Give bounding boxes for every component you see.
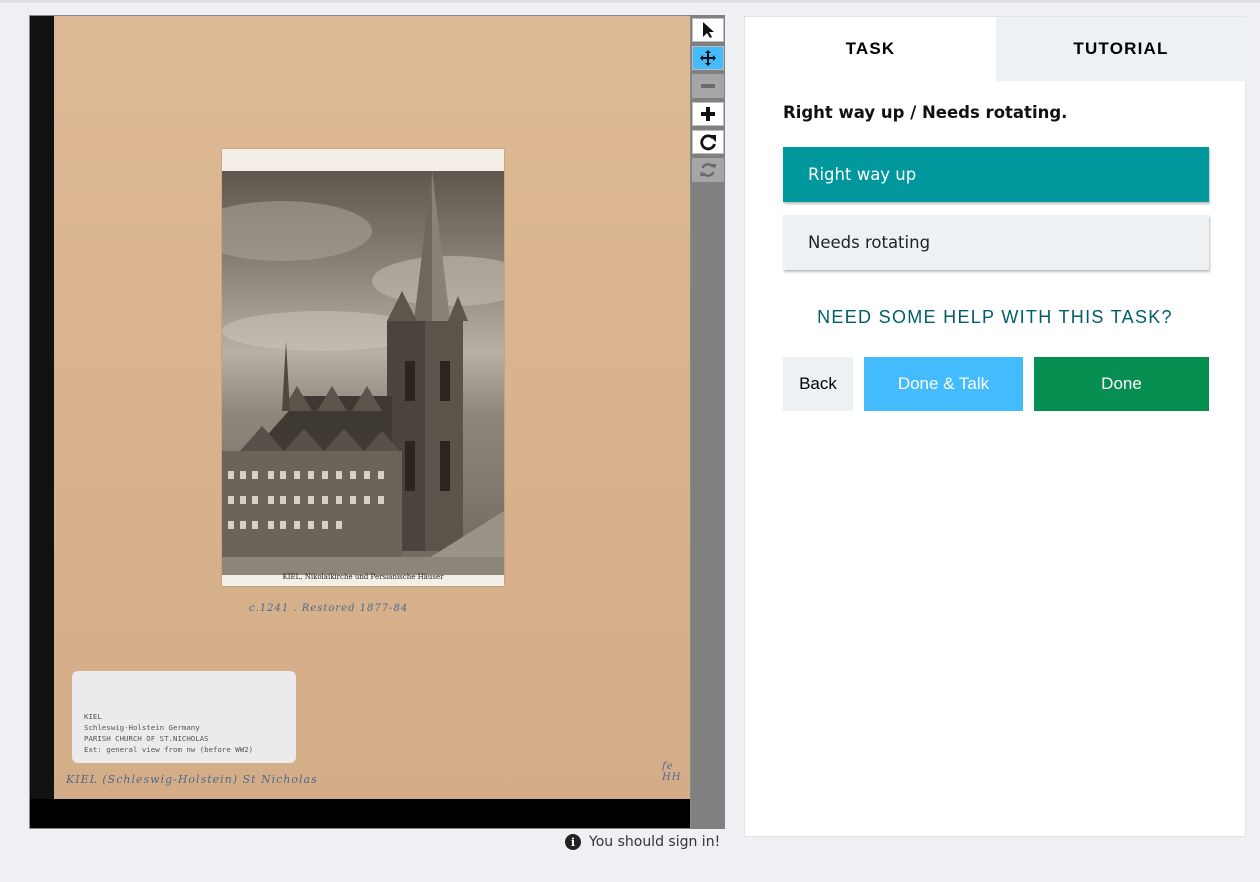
- pencil-bottom-note: KIEL (Schleswig-Holstein) St Nicholas: [66, 773, 318, 786]
- done-and-talk-button[interactable]: Done & Talk: [864, 357, 1023, 411]
- church-photo: [222, 171, 504, 575]
- answer-label: Needs rotating: [808, 233, 931, 252]
- pencil-corner-note: fe HH: [662, 761, 682, 783]
- reset-button[interactable]: [692, 158, 724, 182]
- label-line: Schleswig-Holstein Germany: [84, 723, 200, 732]
- zoom-in-icon: [701, 107, 715, 121]
- scan-edge: [30, 16, 54, 799]
- signin-notice: i You should sign in!: [565, 834, 720, 850]
- catalog-label: KIEL Schleswig-Holstein Germany PARISH C…: [72, 671, 296, 763]
- task-question: Right way up / Needs rotating.: [783, 103, 1068, 122]
- top-border: [0, 0, 1260, 3]
- label-line: PARISH CHURCH OF ST.NICHOLAS: [84, 734, 209, 743]
- pointer-button[interactable]: [692, 18, 724, 42]
- pointer-icon: [703, 22, 714, 38]
- zoom-in-button[interactable]: [692, 102, 724, 126]
- zoom-out-button[interactable]: [692, 74, 724, 98]
- signin-text: You should sign in!: [589, 834, 721, 850]
- move-icon: [700, 50, 716, 66]
- back-button[interactable]: Back: [783, 357, 853, 411]
- reset-icon: [700, 163, 716, 177]
- viewer-toolbar: [691, 15, 725, 829]
- pencil-date-note: c.1241 . Restored 1877-84: [249, 603, 409, 614]
- panel-tabs: TASK TUTORIAL: [745, 17, 1246, 81]
- photo-caption: KIEL, Nikolaikirche und Persianische Häu…: [282, 573, 444, 581]
- label-line: Ext: general view from nw (before WW2): [84, 745, 254, 754]
- info-icon: i: [565, 834, 581, 850]
- rotate-button[interactable]: [692, 130, 724, 154]
- task-panel: TASK TUTORIAL Right way up / Needs rotat…: [744, 16, 1246, 837]
- help-link[interactable]: NEED SOME HELP WITH THIS TASK?: [745, 307, 1245, 328]
- catalog-label-text: KIEL Schleswig-Holstein Germany PARISH C…: [84, 711, 253, 755]
- answer-label: Right way up: [808, 165, 917, 184]
- label-line: KIEL: [84, 712, 102, 721]
- move-button[interactable]: [692, 46, 724, 70]
- answer-right-way-up[interactable]: Right way up: [783, 147, 1209, 202]
- rotate-icon: [700, 134, 716, 151]
- archive-card: KIEL, Nikolaikirche und Persianische Häu…: [54, 16, 690, 799]
- zoom-out-icon: [701, 84, 715, 88]
- church-illustration: [222, 171, 504, 575]
- done-button[interactable]: Done: [1034, 357, 1209, 411]
- answer-needs-rotating[interactable]: Needs rotating: [783, 215, 1209, 270]
- tab-task[interactable]: TASK: [745, 17, 996, 81]
- tab-tutorial[interactable]: TUTORIAL: [996, 17, 1246, 81]
- photo-mount: KIEL, Nikolaikirche und Persianische Häu…: [222, 149, 504, 586]
- subject-viewer[interactable]: KIEL, Nikolaikirche und Persianische Häu…: [29, 15, 691, 829]
